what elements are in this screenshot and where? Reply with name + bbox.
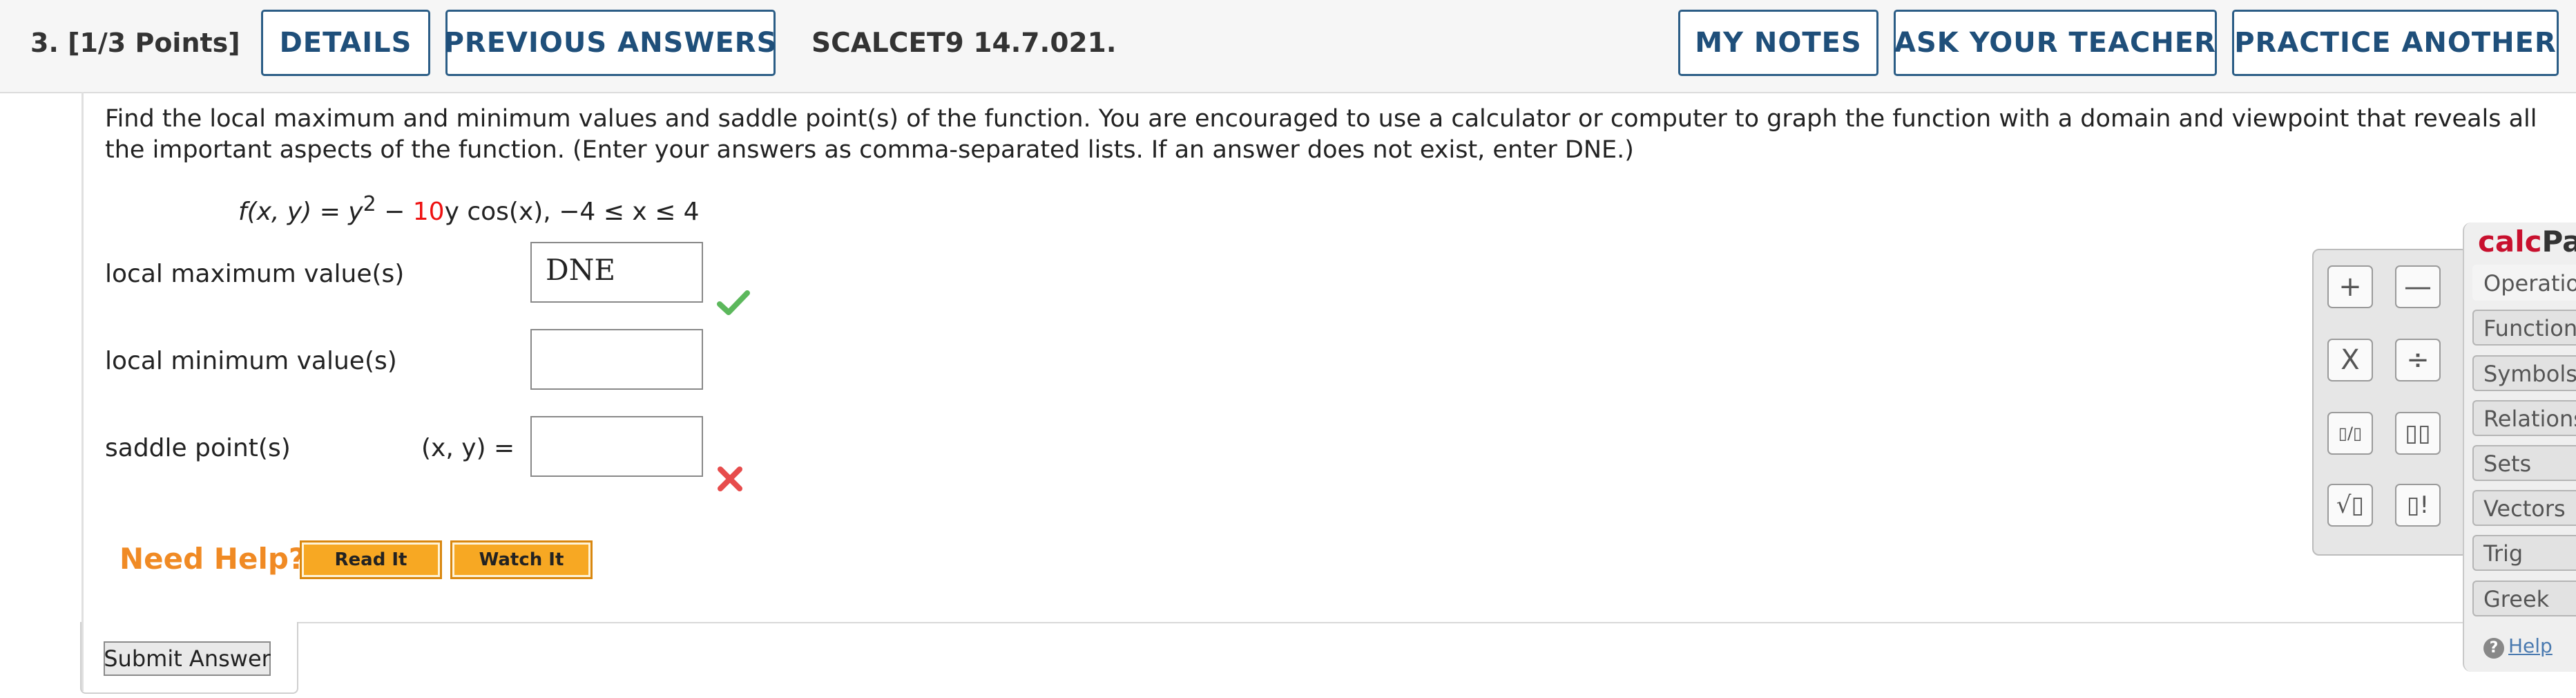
local-min-label: local minimum value(s) [105,347,397,375]
sqrt-key[interactable]: √▯ [2327,484,2373,527]
tab-symbols[interactable]: Symbols [2472,355,2576,391]
content-border [81,92,84,691]
formula-exponent: 2 [363,192,376,216]
practice-another-button[interactable]: PRACTICE ANOTHER [2232,10,2559,76]
exponent-key[interactable]: ▯▯ [2395,412,2441,455]
formula-lhs: f(x, y) = y [238,198,363,226]
tab-relations[interactable]: Relations [2472,400,2576,436]
factorial-key[interactable]: ▯! [2395,484,2441,527]
calcpad-title-calc: calc [2478,225,2542,258]
local-min-input[interactable] [530,329,703,390]
submit-answer-button[interactable]: Submit Answer [104,641,271,676]
previous-answers-button[interactable]: PREVIOUS ANSWERS [444,10,776,76]
fraction-key[interactable]: ▯/▯ [2327,412,2373,455]
saddle-xy-prefix: (x, y) = [421,434,515,462]
need-help-label: Need Help? [119,542,306,576]
read-it-button[interactable]: Read It [300,540,442,579]
saddle-point-input[interactable] [530,416,703,477]
help-icon: ? [2483,638,2504,659]
formula-coefficient: 10 [412,198,445,226]
plus-key[interactable]: + [2327,265,2373,308]
incorrect-x-icon [718,466,742,491]
watch-it-button[interactable]: Watch It [450,540,593,579]
question-number: 3. [1/3 Points] [30,28,240,58]
function-formula: f(x, y) = y2 − 10y cos(x), −4 ≤ x ≤ 4 [238,192,700,226]
ask-your-teacher-button[interactable]: ASK YOUR TEACHER [1894,10,2217,76]
details-button[interactable]: DETAILS [261,10,430,76]
tab-vectors[interactable]: Vectors [2472,490,2576,526]
tab-sets[interactable]: Sets [2472,445,2576,481]
question-prompt: Find the local maximum and minimum value… [105,105,2537,164]
calcpad-title: calcPad [2478,225,2576,258]
tab-greek[interactable]: Greek [2472,581,2576,616]
my-notes-button[interactable]: MY NOTES [1678,10,1878,76]
times-key[interactable]: X [2327,339,2373,381]
formula-rest: y cos(x), −4 ≤ x ≤ 4 [444,198,700,226]
divide-key[interactable]: ÷ [2395,339,2441,381]
correct-check-icon [717,290,750,315]
question-header: 3. [1/3 Points] DETAILS PREVIOUS ANSWERS… [0,0,2576,93]
tab-operations[interactable]: Operations [2472,265,2576,301]
saddle-point-label: saddle point(s) [105,434,291,462]
tab-trig[interactable]: Trig [2472,535,2576,571]
tab-functions[interactable]: Functions [2472,310,2576,346]
minus-key[interactable]: — [2395,265,2441,308]
formula-minus: − [376,198,413,226]
calcpad-help-link[interactable]: ? Help [2483,634,2553,659]
local-max-label: local maximum value(s) [105,260,405,288]
calcpad-title-pad: Pad [2541,225,2576,258]
question-reference: SCALCET9 14.7.021. [811,28,1117,59]
calcpad-help-label: Help [2508,634,2553,657]
local-max-input[interactable]: DNE [530,242,703,303]
section-divider [297,622,2472,623]
